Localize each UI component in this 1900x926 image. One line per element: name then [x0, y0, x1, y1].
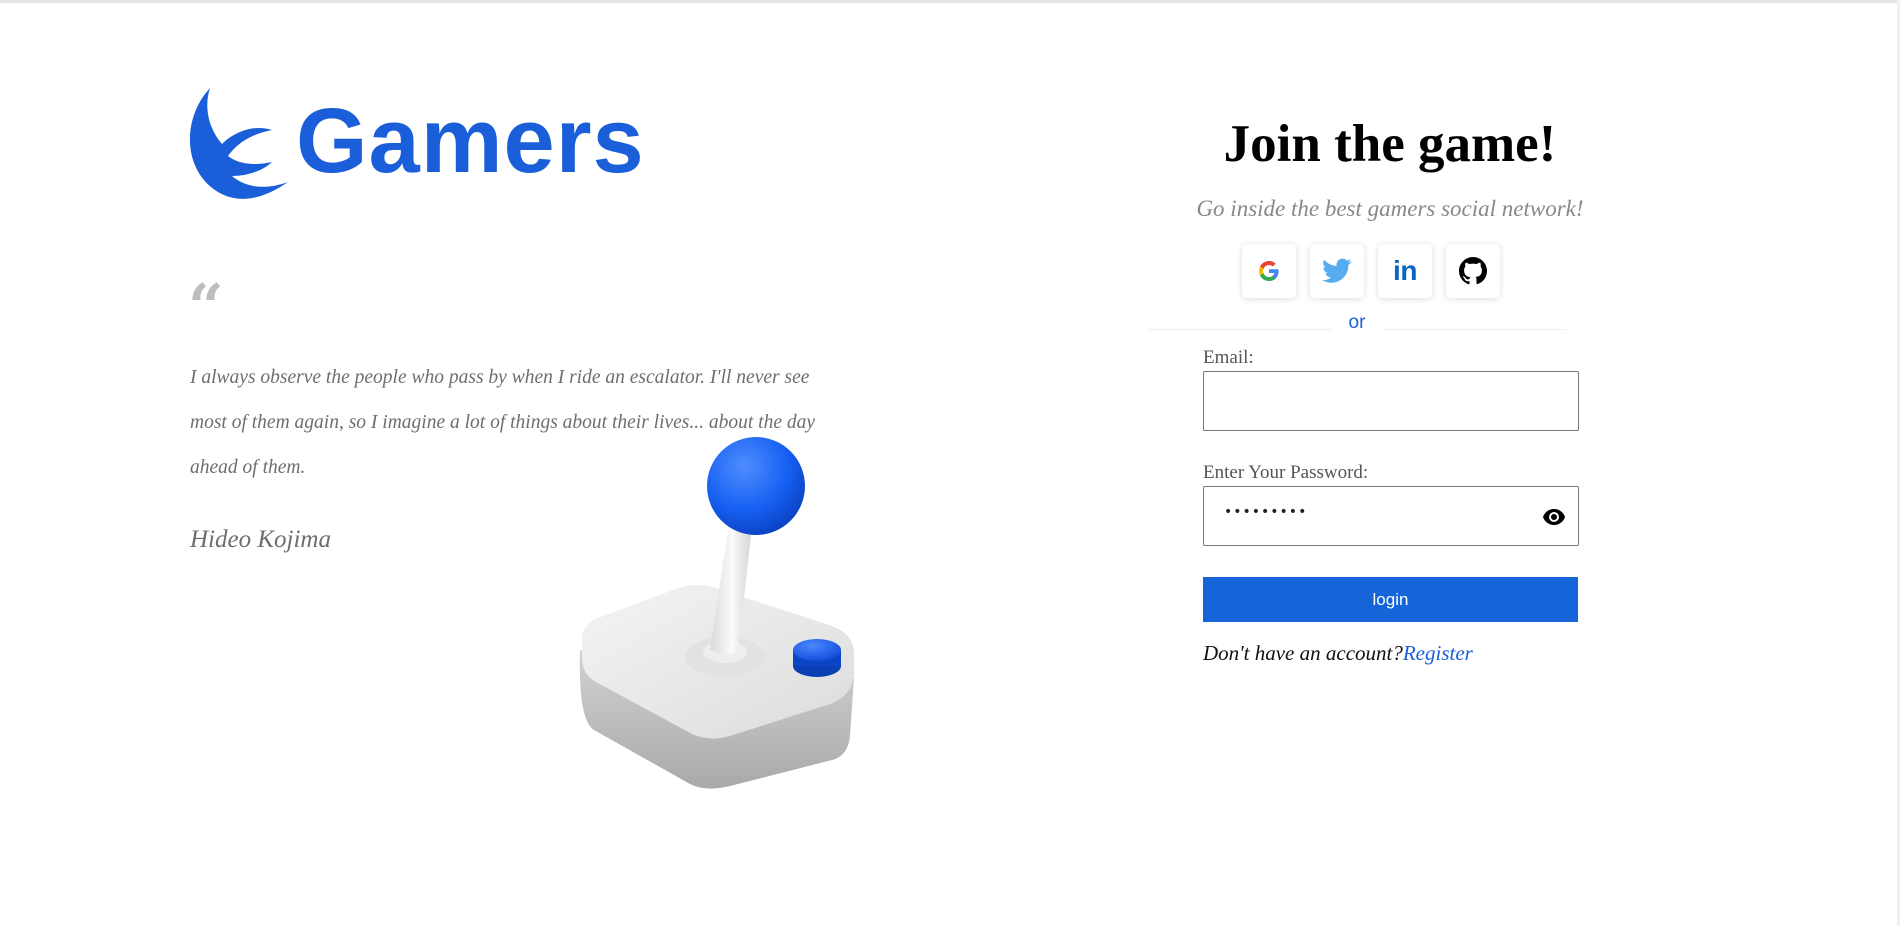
twitter-login-button[interactable] [1310, 244, 1364, 298]
brand-logo[interactable]: Gamers [188, 84, 644, 204]
login-button[interactable]: login [1203, 577, 1578, 622]
google-login-button[interactable] [1242, 244, 1296, 298]
google-icon [1259, 261, 1279, 281]
eye-icon[interactable] [1542, 508, 1566, 526]
register-link[interactable]: Register [1403, 641, 1473, 665]
linkedin-login-button[interactable]: in [1378, 244, 1432, 298]
twitter-icon [1322, 258, 1352, 283]
page-subtitle: Go inside the best gamers social network… [1196, 196, 1584, 221]
github-login-button[interactable] [1446, 244, 1500, 298]
no-account-text: Don't have an account? [1203, 641, 1403, 665]
quote-author: Hideo Kojima [190, 526, 331, 553]
joystick-illustration [579, 437, 854, 789]
divider-right [1382, 329, 1566, 330]
linkedin-icon: in [1393, 255, 1417, 286]
page-title: Join the game! [1223, 115, 1557, 173]
github-icon [1459, 257, 1487, 285]
register-prompt: Don't have an account?Register [1203, 641, 1473, 666]
quote-mark-icon: “ [188, 270, 224, 343]
password-value: ••••••••• [1224, 504, 1308, 520]
brand-name: Gamers [296, 90, 645, 192]
swirl-logo-icon [189, 88, 288, 199]
top-border [0, 0, 1900, 3]
divider-or: or [1348, 312, 1366, 333]
divider-left [1148, 329, 1332, 330]
password-field[interactable]: ••••••••• [1203, 486, 1579, 546]
password-label: Enter Your Password: [1203, 462, 1369, 483]
email-field[interactable] [1203, 371, 1579, 431]
email-label: Email: [1203, 347, 1254, 368]
social-login-group: in [1242, 244, 1502, 298]
